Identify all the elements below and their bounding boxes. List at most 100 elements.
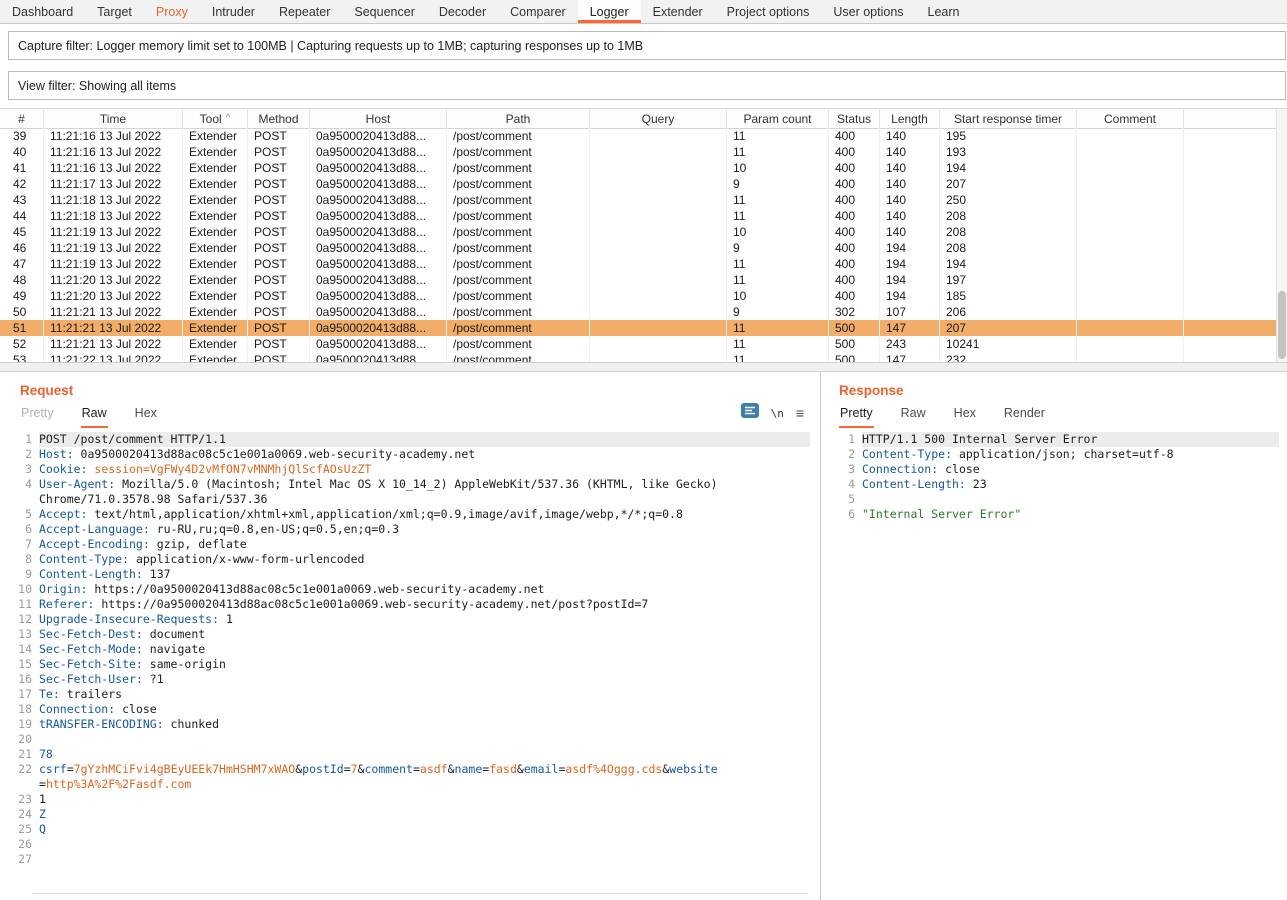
cell-tool: Extender	[183, 160, 248, 176]
request-tab-raw[interactable]: Raw	[81, 402, 108, 428]
line-content: Upgrade-Insecure-Requests: 1	[39, 612, 810, 627]
response-tab-render[interactable]: Render	[1003, 402, 1046, 428]
newline-toggle-icon[interactable]: \n	[771, 407, 784, 420]
column-header-param-count[interactable]: Param count	[727, 109, 829, 128]
capture-filter-bar[interactable]: Capture filter: Logger memory limit set …	[8, 31, 1286, 60]
main-tab-project-options[interactable]: Project options	[715, 0, 822, 23]
table-row[interactable]: 4711:21:19 13 Jul 2022ExtenderPOST0a9500…	[0, 256, 1277, 272]
table-row[interactable]: 4311:21:18 13 Jul 2022ExtenderPOST0a9500…	[0, 192, 1277, 208]
cell-length: 194	[880, 288, 940, 304]
main-tab-dashboard[interactable]: Dashboard	[0, 0, 85, 23]
main-tab-logger[interactable]: Logger	[578, 0, 641, 23]
main-tab-extender[interactable]: Extender	[641, 0, 715, 23]
line-number: 23	[6, 792, 39, 807]
table-row[interactable]: 4811:21:20 13 Jul 2022ExtenderPOST0a9500…	[0, 272, 1277, 288]
cell-filler	[1184, 336, 1277, 352]
line-content: Cookie: session=VgFWy4D2vMfON7vMNMhjQlSc…	[39, 462, 810, 477]
column-header-tool[interactable]: Tool^	[183, 109, 248, 128]
column-header-path[interactable]: Path	[447, 109, 590, 128]
cell-filler	[1184, 240, 1277, 256]
table-row[interactable]: 5111:21:21 13 Jul 2022ExtenderPOST0a9500…	[0, 320, 1277, 336]
main-tab-proxy[interactable]: Proxy	[144, 0, 200, 23]
editor-menu-icon[interactable]: ≡	[796, 407, 804, 419]
main-tab-learn[interactable]: Learn	[916, 0, 972, 23]
cell-method: POST	[248, 304, 310, 320]
table-scrollbar-thumb[interactable]	[1278, 291, 1286, 359]
table-row[interactable]: 5311:21:22 13 Jul 2022ExtenderPOST0a9500…	[0, 352, 1277, 362]
table-scrollbar[interactable]	[1276, 109, 1287, 362]
request-tab-hex[interactable]: Hex	[134, 402, 158, 428]
response-tab-raw[interactable]: Raw	[900, 402, 927, 428]
column-header-time[interactable]: Time	[44, 109, 183, 128]
view-filter-bar[interactable]: View filter: Showing all items	[8, 71, 1286, 100]
cell-comment	[1077, 128, 1184, 144]
pretty-print-icon[interactable]	[741, 403, 759, 423]
table-row[interactable]: 4511:21:19 13 Jul 2022ExtenderPOST0a9500…	[0, 224, 1277, 240]
response-editor[interactable]: 1HTTP/1.1 500 Internal Server Error2Cont…	[823, 428, 1287, 900]
cell-status: 500	[829, 352, 880, 362]
cell-host: 0a9500020413d88...	[310, 288, 447, 304]
horizontal-splitter[interactable]	[0, 362, 1287, 372]
cell-time: 11:21:17 13 Jul 2022	[44, 176, 183, 192]
cell-host: 0a9500020413d88...	[310, 272, 447, 288]
table-row[interactable]: 4211:21:17 13 Jul 2022ExtenderPOST0a9500…	[0, 176, 1277, 192]
main-tab-target[interactable]: Target	[85, 0, 144, 23]
request-editor[interactable]: 1POST /post/comment HTTP/1.12Host: 0a950…	[0, 428, 818, 900]
editor-line: 16Sec-Fetch-User: ?1	[6, 672, 810, 687]
cell-tool: Extender	[183, 336, 248, 352]
cell-num: 50	[0, 304, 44, 320]
table-row[interactable]: 5211:21:21 13 Jul 2022ExtenderPOST0a9500…	[0, 336, 1277, 352]
cell-start-response-timer: 193	[940, 144, 1077, 160]
line-number: 22	[6, 762, 39, 792]
cell-start-response-timer: 185	[940, 288, 1077, 304]
response-title: Response	[839, 383, 1287, 398]
cell-method: POST	[248, 240, 310, 256]
response-tab-hex[interactable]: Hex	[953, 402, 977, 428]
editor-line: 8Content-Type: application/x-www-form-ur…	[6, 552, 810, 567]
editor-line: 2178	[6, 747, 810, 762]
line-content: User-Agent: Mozilla/5.0 (Macintosh; Inte…	[39, 477, 810, 507]
cell-time: 11:21:20 13 Jul 2022	[44, 288, 183, 304]
table-body: 3911:21:16 13 Jul 2022ExtenderPOST0a9500…	[0, 128, 1277, 362]
line-content: Sec-Fetch-Site: same-origin	[39, 657, 810, 672]
table-row[interactable]: 5011:21:21 13 Jul 2022ExtenderPOST0a9500…	[0, 304, 1277, 320]
main-tab-sequencer[interactable]: Sequencer	[342, 0, 426, 23]
cell-method: POST	[248, 256, 310, 272]
table-row[interactable]: 4911:21:20 13 Jul 2022ExtenderPOST0a9500…	[0, 288, 1277, 304]
main-tab-comparer[interactable]: Comparer	[498, 0, 578, 23]
cell-start-response-timer: 206	[940, 304, 1077, 320]
cell-comment	[1077, 176, 1184, 192]
cell-param-count: 11	[727, 192, 829, 208]
editor-line: 27	[6, 852, 810, 867]
cell-num: 49	[0, 288, 44, 304]
table-row[interactable]: 4111:21:16 13 Jul 2022ExtenderPOST0a9500…	[0, 160, 1277, 176]
cell-length: 140	[880, 128, 940, 144]
main-tab-intruder[interactable]: Intruder	[200, 0, 267, 23]
cell-param-count: 9	[727, 240, 829, 256]
cell-param-count: 9	[727, 176, 829, 192]
table-row[interactable]: 3911:21:16 13 Jul 2022ExtenderPOST0a9500…	[0, 128, 1277, 144]
cell-path: /post/comment	[447, 336, 590, 352]
cell-num: 53	[0, 352, 44, 362]
column-header-comment[interactable]: Comment	[1077, 109, 1184, 128]
response-tab-pretty[interactable]: Pretty	[839, 402, 874, 428]
cell-host: 0a9500020413d88...	[310, 304, 447, 320]
column-header-query[interactable]: Query	[590, 109, 727, 128]
column-header-host[interactable]: Host	[310, 109, 447, 128]
table-row[interactable]: 4411:21:18 13 Jul 2022ExtenderPOST0a9500…	[0, 208, 1277, 224]
line-content: csrf=7gYzhMCiFvi4gBEyUEEk7HmHSHM7xWAO&po…	[39, 762, 810, 792]
line-content	[862, 492, 1279, 507]
main-tab-decoder[interactable]: Decoder	[427, 0, 498, 23]
column-header-num[interactable]: #	[0, 109, 44, 128]
column-header-length[interactable]: Length	[880, 109, 940, 128]
main-tab-repeater[interactable]: Repeater	[267, 0, 342, 23]
main-tab-user-options[interactable]: User options	[821, 0, 915, 23]
column-header-start-response-timer[interactable]: Start response timer	[940, 109, 1077, 128]
column-header-method[interactable]: Method	[248, 109, 310, 128]
table-row[interactable]: 4611:21:19 13 Jul 2022ExtenderPOST0a9500…	[0, 240, 1277, 256]
column-header-status[interactable]: Status	[829, 109, 880, 128]
cell-tool: Extender	[183, 304, 248, 320]
cell-num: 47	[0, 256, 44, 272]
table-row[interactable]: 4011:21:16 13 Jul 2022ExtenderPOST0a9500…	[0, 144, 1277, 160]
panel-divider[interactable]	[820, 372, 821, 900]
